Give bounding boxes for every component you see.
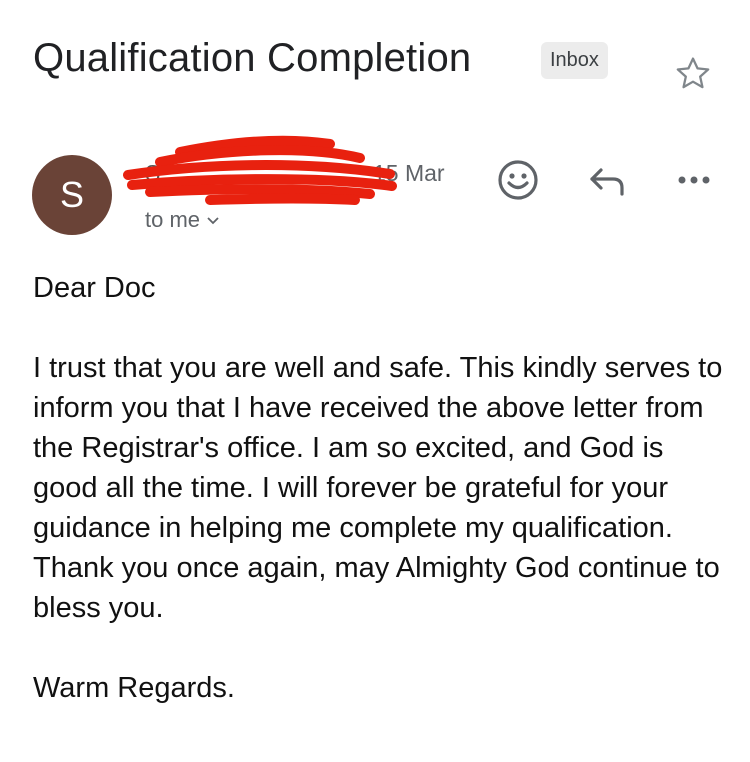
reply-icon[interactable]: [587, 162, 629, 198]
email-subject: Qualification Completion: [33, 36, 472, 80]
more-horizontal-icon[interactable]: [674, 168, 714, 192]
smiley-icon[interactable]: [497, 159, 539, 201]
chevron-down-icon[interactable]: [206, 216, 220, 226]
redaction-scribble: [123, 135, 397, 205]
recipient-label: to me: [145, 207, 201, 232]
recipient-line[interactable]: to me: [145, 207, 220, 233]
inbox-label-badge[interactable]: Inbox: [541, 42, 608, 79]
email-greeting: Dear Doc: [33, 272, 156, 304]
sender-avatar[interactable]: S: [32, 155, 112, 235]
email-body: Dear Doc I trust that you are well and s…: [33, 268, 723, 708]
star-icon[interactable]: [672, 53, 714, 95]
email-closing: Warm Regards.: [33, 672, 235, 704]
email-paragraph: I trust that you are well and safe. This…: [33, 352, 723, 624]
